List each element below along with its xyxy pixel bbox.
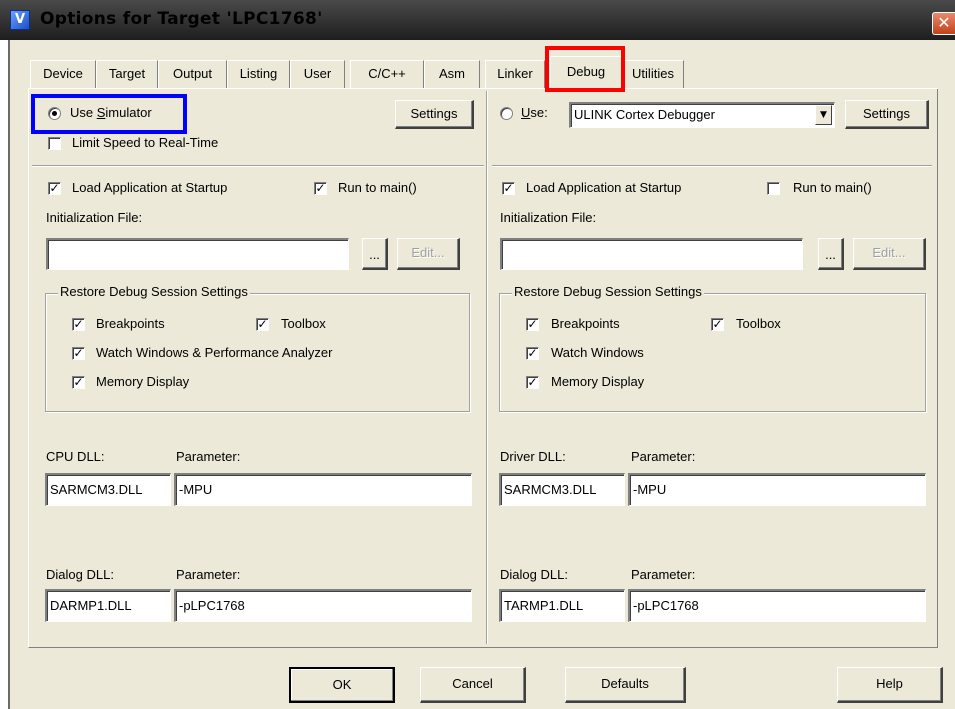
toolbox-label: Toolbox [281, 316, 326, 331]
limit-speed-label: Limit Speed to Real-Time [72, 135, 219, 150]
tab-baseline [622, 88, 938, 89]
label-part: imulator [105, 105, 152, 120]
limit-speed-checkbox[interactable] [48, 137, 61, 150]
tab-utilities[interactable]: Utilities [622, 60, 684, 88]
breakpoints-label: Breakpoints [551, 316, 620, 331]
cpu-dll-input[interactable]: SARMCM3.DLL [45, 473, 171, 506]
init-file-edit-button[interactable]: Edit... [397, 238, 460, 270]
breakpoints-label: Breakpoints [96, 316, 165, 331]
load-app-label: Load Application at Startup [526, 180, 682, 195]
dialog-dll-parameter-label: Parameter: [176, 567, 241, 582]
cpu-dll-parameter-input[interactable]: -MPU [174, 473, 472, 506]
close-icon[interactable]: ✕ [932, 12, 955, 35]
label-part: se: [530, 105, 548, 120]
section-divider [32, 166, 484, 167]
breakpoints-checkbox[interactable]: ✓ [72, 318, 85, 331]
dialog-dll-parameter-label: Parameter: [631, 567, 696, 582]
chevron-down-icon[interactable]: ▼ [815, 105, 832, 125]
help-button[interactable]: Help [837, 667, 943, 703]
label-mnemonic: U [521, 105, 531, 120]
breakpoints-checkbox[interactable]: ✓ [526, 318, 539, 331]
use-simulator-radio[interactable] [48, 107, 61, 120]
init-file-browse-button[interactable]: ... [818, 238, 844, 270]
ok-button[interactable]: OK [289, 667, 395, 703]
init-file-browse-button[interactable]: ... [362, 238, 388, 270]
run-to-main-checkbox[interactable] [767, 182, 780, 195]
app-icon: V [10, 10, 30, 30]
driver-dll-parameter-label: Parameter: [631, 449, 696, 464]
use-simulator-label[interactable]: Use Simulator [70, 105, 152, 121]
watch-windows-checkbox[interactable]: ✓ [526, 347, 539, 360]
tab-c-cpp[interactable]: C/C++ [350, 60, 424, 88]
watch-windows-checkbox[interactable]: ✓ [72, 347, 85, 360]
load-app-checkbox[interactable]: ✓ [48, 182, 61, 195]
use-debugger-radio[interactable] [500, 107, 513, 120]
watch-windows-label: Watch Windows & Performance Analyzer [96, 345, 333, 360]
run-to-main-checkbox[interactable]: ✓ [314, 182, 327, 195]
tab-device[interactable]: Device [30, 60, 96, 88]
restore-settings-title: Restore Debug Session Settings [58, 284, 250, 300]
tab-asm[interactable]: Asm [424, 60, 480, 88]
memory-display-label: Memory Display [96, 374, 190, 389]
tab-output[interactable]: Output [158, 60, 227, 88]
debug-tab-highlight [545, 46, 625, 92]
load-app-label: Load Application at Startup [72, 180, 228, 195]
memory-display-label: Memory Display [551, 374, 645, 389]
dialog-dll-input[interactable]: DARMP1.DLL [45, 589, 171, 622]
cpu-dll-parameter-label: Parameter: [176, 449, 241, 464]
tab-linker[interactable]: Linker [485, 60, 545, 88]
driver-dll-input[interactable]: SARMCM3.DLL [499, 473, 625, 506]
defaults-button[interactable]: Defaults [565, 667, 686, 703]
toolbox-checkbox[interactable]: ✓ [256, 318, 269, 331]
watch-windows-label: Watch Windows [551, 345, 644, 360]
tab-listing[interactable]: Listing [227, 60, 290, 88]
toolbox-label: Toolbox [736, 316, 781, 331]
simulator-settings-button[interactable]: Settings [395, 100, 474, 129]
dialog-dll-label: Dialog DLL: [500, 567, 568, 582]
init-file-label: Initialization File: [46, 210, 143, 225]
run-to-main-label: Run to main() [338, 180, 417, 195]
cpu-dll-label: CPU DLL: [46, 449, 105, 464]
init-file-edit-button[interactable]: Edit... [853, 238, 926, 270]
toolbox-checkbox[interactable]: ✓ [711, 318, 724, 331]
driver-dll-label: Driver DLL: [500, 449, 566, 464]
debugger-settings-button[interactable]: Settings [845, 100, 929, 129]
tab-target[interactable]: Target [96, 60, 158, 88]
dialog-dll-parameter-input[interactable]: -pLPC1768 [628, 589, 926, 622]
memory-display-checkbox[interactable]: ✓ [526, 376, 539, 389]
debugger-select[interactable]: ULINK Cortex Debugger [569, 102, 835, 128]
load-app-checkbox[interactable]: ✓ [502, 182, 515, 195]
init-file-label: Initialization File: [500, 210, 597, 225]
tab-user[interactable]: User [290, 60, 345, 88]
cancel-button[interactable]: Cancel [420, 667, 526, 703]
window-title: Options for Target 'LPC1768' [40, 9, 323, 29]
init-file-input[interactable] [500, 238, 803, 270]
dialog-dll-input[interactable]: TARMP1.DLL [499, 589, 625, 622]
restore-settings-title: Restore Debug Session Settings [512, 284, 704, 300]
run-to-main-label: Run to main() [793, 180, 872, 195]
label-part: Use [70, 105, 97, 120]
memory-display-checkbox[interactable]: ✓ [72, 376, 85, 389]
tab-baseline [28, 88, 549, 89]
dialog-dll-parameter-input[interactable]: -pLPC1768 [174, 589, 472, 622]
section-divider [492, 166, 932, 167]
pane-separator [487, 91, 488, 644]
radio-dot [52, 111, 57, 116]
use-debugger-label[interactable]: Use: [521, 105, 548, 121]
driver-dll-parameter-input[interactable]: -MPU [628, 473, 926, 506]
init-file-input[interactable] [46, 238, 349, 270]
dialog-dll-label: Dialog DLL: [46, 567, 114, 582]
